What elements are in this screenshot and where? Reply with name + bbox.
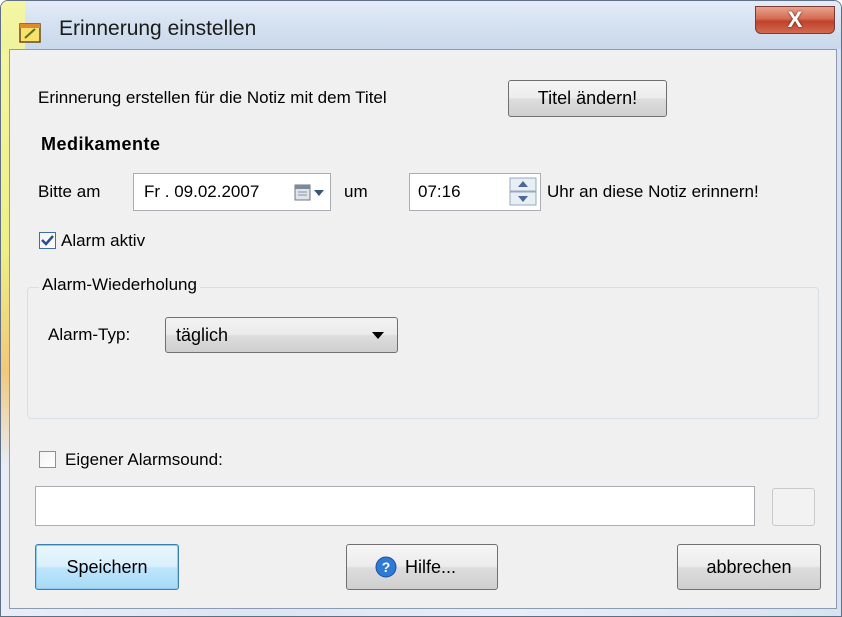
change-title-button-label: Titel ändern!: [537, 88, 638, 108]
alarm-type-label: Alarm-Typ:: [48, 325, 131, 344]
date-value: Fr . 09.02.2007: [144, 182, 260, 201]
sound-path-input[interactable]: [35, 486, 755, 526]
schedule-prefix-label: Bitte am: [38, 182, 101, 201]
help-icon: ?: [375, 556, 397, 578]
svg-text:?: ?: [382, 559, 391, 575]
close-icon: X: [787, 7, 803, 32]
at-label: um: [344, 182, 368, 201]
window-title: Erinnerung einstellen: [59, 17, 257, 40]
help-button[interactable]: ? Hilfe...: [346, 544, 498, 590]
alarm-type-value: täglich: [176, 325, 229, 345]
alarm-type-select[interactable]: täglich: [165, 317, 398, 353]
notepad-icon: [19, 23, 41, 43]
alarm-active-checkbox[interactable]: [39, 232, 56, 249]
time-field[interactable]: 07:16: [409, 173, 541, 211]
checkmark-icon: [41, 235, 54, 246]
schedule-suffix-label: Uhr an diese Notiz erinnern!: [547, 182, 759, 201]
dialog-window: Erinnerung einstellen X Erinnerung erste…: [0, 0, 842, 617]
date-picker[interactable]: Fr . 09.02.2007: [133, 173, 331, 211]
alarm-active-label: Alarm aktiv: [61, 231, 146, 250]
save-button-label: Speichern: [66, 557, 148, 577]
intro-text: Erinnerung erstellen für die Notiz mit d…: [38, 88, 387, 107]
alarm-repeat-group-title: Alarm-Wiederholung: [39, 275, 200, 295]
calendar-icon[interactable]: [294, 184, 326, 202]
save-button[interactable]: Speichern: [35, 544, 179, 590]
note-title: Medikamente: [41, 134, 161, 154]
time-value: 07:16: [418, 182, 461, 201]
alarm-repeat-group: [27, 287, 819, 419]
browse-sound-button[interactable]: [772, 488, 815, 526]
spin-arrows-icon[interactable]: [509, 177, 537, 207]
custom-sound-label: Eigener Alarmsound:: [65, 450, 223, 469]
change-title-button[interactable]: Titel ändern!: [508, 80, 667, 117]
custom-sound-checkbox[interactable]: [39, 451, 56, 468]
close-button[interactable]: X: [755, 6, 835, 34]
cancel-button[interactable]: abbrechen: [677, 544, 821, 590]
dropdown-arrow-icon: [372, 332, 384, 339]
help-button-label: Hilfe...: [405, 557, 457, 577]
cancel-button-label: abbrechen: [706, 557, 792, 577]
